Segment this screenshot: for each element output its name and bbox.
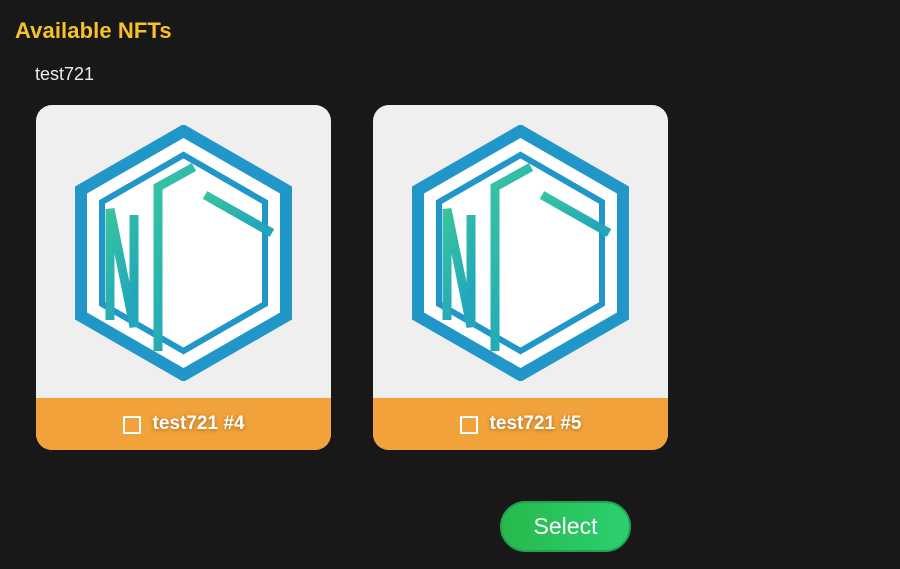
- nft-hexagon-logo-icon: [412, 125, 629, 381]
- nft-card-label: test721 #4: [152, 413, 245, 434]
- nft-image: [373, 105, 668, 398]
- select-button[interactable]: Select: [500, 501, 631, 552]
- nft-image: [36, 105, 331, 398]
- nft-select-checkbox[interactable]: [122, 415, 141, 434]
- page-title: Available NFTs: [15, 18, 172, 43]
- nft-card-label: test721 #5: [489, 413, 582, 434]
- nft-card[interactable]: test721 #5: [373, 105, 668, 450]
- nft-card-footer: test721 #5: [373, 398, 668, 450]
- nft-hexagon-logo-icon: [75, 125, 292, 381]
- page: Available NFTs test721 test721 #4 test72…: [0, 0, 900, 569]
- collection-name: test721: [35, 64, 95, 84]
- nft-card[interactable]: test721 #4: [36, 105, 331, 450]
- nft-select-checkbox[interactable]: [459, 415, 478, 434]
- nft-card-footer: test721 #4: [36, 398, 331, 450]
